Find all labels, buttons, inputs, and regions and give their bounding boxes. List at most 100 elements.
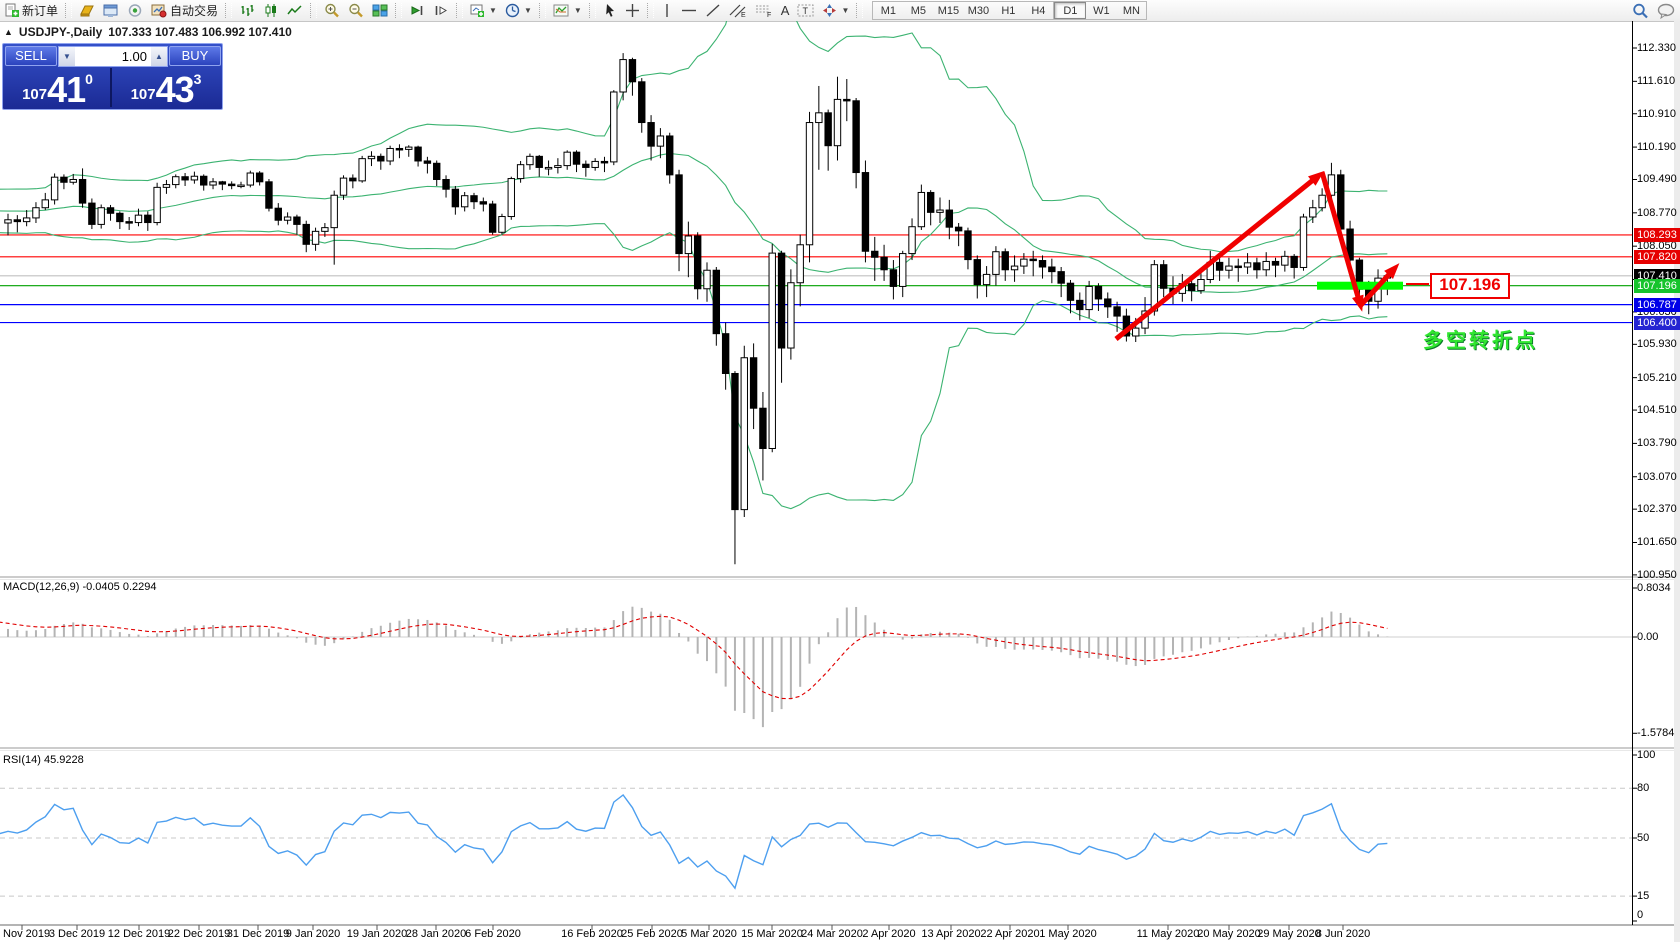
candle-body [190,175,199,181]
candle-body [675,174,683,255]
candle-body [1001,251,1009,271]
volume-stepper[interactable]: ▼ 1.00 ▲ [58,46,168,67]
buy-button[interactable]: BUY [169,46,221,66]
candle-body [106,207,115,214]
date-label-2: 12 Dec 2019 [107,928,171,940]
candle-body [246,172,255,186]
price-tick-105.210: 105.210 [1637,371,1677,384]
candle-body [181,176,189,181]
volume-value[interactable]: 1.00 [75,47,151,66]
price-tick-110.190: 110.190 [1637,141,1676,154]
candle-body [41,199,49,209]
candle-body [153,186,161,224]
candle-body [684,235,693,255]
price-badge-106.787[interactable]: 106.787 [1634,297,1680,312]
macd-label: MACD(12,26,9) -0.0405 0.2294 [3,581,157,593]
candle-body [1262,260,1270,271]
candle-body [460,195,469,208]
candle-body [172,176,180,186]
date-label-16: 22 Apr 2020 [980,928,1040,940]
price-tick-103.070: 103.070 [1637,470,1677,483]
price-badge-107.820[interactable]: 107.820 [1634,249,1680,264]
candle-body [954,226,963,232]
chart-canvas[interactable] [0,0,1680,942]
candle-body [852,100,860,174]
candle-body [889,269,898,287]
buy-price-point: 3 [193,71,202,87]
candle-body [833,98,842,147]
highlight-bar[interactable] [1317,281,1403,290]
macd-pane[interactable] [0,606,1632,728]
candle-body [554,165,562,168]
main-pane[interactable] [0,0,1632,565]
candle-body [1271,260,1280,266]
sell-button[interactable]: SELL [5,46,57,66]
candle-body [917,191,926,228]
price-tick-101.650: 101.650 [1637,536,1677,549]
candle-body [843,98,851,102]
sell-price[interactable]: 107 41 0 [5,68,112,108]
candle-body [227,183,236,187]
price-badge-107.196[interactable]: 107.196 [1634,278,1680,293]
price-tick-104.510: 104.510 [1637,404,1677,417]
turning-point-annotation[interactable]: 多空转折点 [1423,324,1538,353]
candle-body [488,203,497,233]
candle-body [871,250,879,258]
candle-body [349,177,357,182]
candle-body [1048,266,1056,273]
candle-body [1234,265,1242,269]
macd-tick-0.8034: 0.8034 [1637,581,1671,594]
price-badge-106.400[interactable]: 106.400 [1634,315,1680,330]
candle-body [1197,279,1205,292]
candle-body [330,194,338,229]
date-label-4: 31 Dec 2019 [226,928,290,940]
rsi-tick-100: 100 [1637,749,1656,761]
rsi-pane[interactable] [0,787,1632,897]
candle-body [13,219,22,223]
candle-body [1318,194,1326,209]
symbol-marker-icon: ▲ [4,27,13,37]
candle-body [1076,299,1084,311]
one-click-trading-panel: SELL ▼ 1.00 ▲ BUY 107 41 0 107 43 3 [2,43,223,110]
candle-body [200,175,208,186]
candle-body [880,256,888,271]
price-tag-annotation[interactable]: 107.196 [1430,273,1510,299]
buy-price[interactable]: 107 43 3 [112,68,220,108]
candle-body [265,181,273,209]
candle-body [283,216,292,221]
candle-body [1290,255,1298,268]
candle-body [973,259,981,286]
candle-body [88,202,96,225]
macd-tick--1.5784: -1.5784 [1637,727,1675,740]
candle-body [610,91,618,163]
candle-body [703,269,711,290]
candle-body [731,372,739,511]
candle-body [1066,282,1075,301]
candle-body [367,155,376,160]
candle-body [740,357,748,511]
candle-body [1132,327,1140,337]
candle-body [582,163,590,168]
date-label-19: 20 May 2020 [1197,928,1261,940]
date-label-21: 8 Jun 2020 [1315,928,1371,940]
date-label-12: 15 Mar 2020 [741,928,803,940]
volume-decrease-button[interactable]: ▼ [59,47,75,66]
ohlc-values: 107.333 107.483 106.992 107.410 [108,25,292,39]
candle-body [1281,255,1289,266]
rsi-tick-0: 0 [1637,909,1644,921]
date-label-13: 24 Mar 2020 [801,928,863,940]
rsi-label: RSI(14) 45.9228 [3,754,84,766]
date-label-14: 2 Apr 2020 [862,928,916,940]
candle-body [498,216,506,233]
candle-body [162,184,171,188]
date-label-8: 6 Feb 2020 [465,928,521,940]
candle-body [824,112,832,147]
candle-body [50,176,59,201]
candle-body [1299,216,1308,268]
volume-increase-button[interactable]: ▲ [151,47,167,66]
candle-body [78,178,87,204]
candle-body [218,181,227,185]
candle-body [433,162,441,180]
candle-body [777,252,786,349]
price-badge-108.293[interactable]: 108.293 [1634,227,1680,242]
